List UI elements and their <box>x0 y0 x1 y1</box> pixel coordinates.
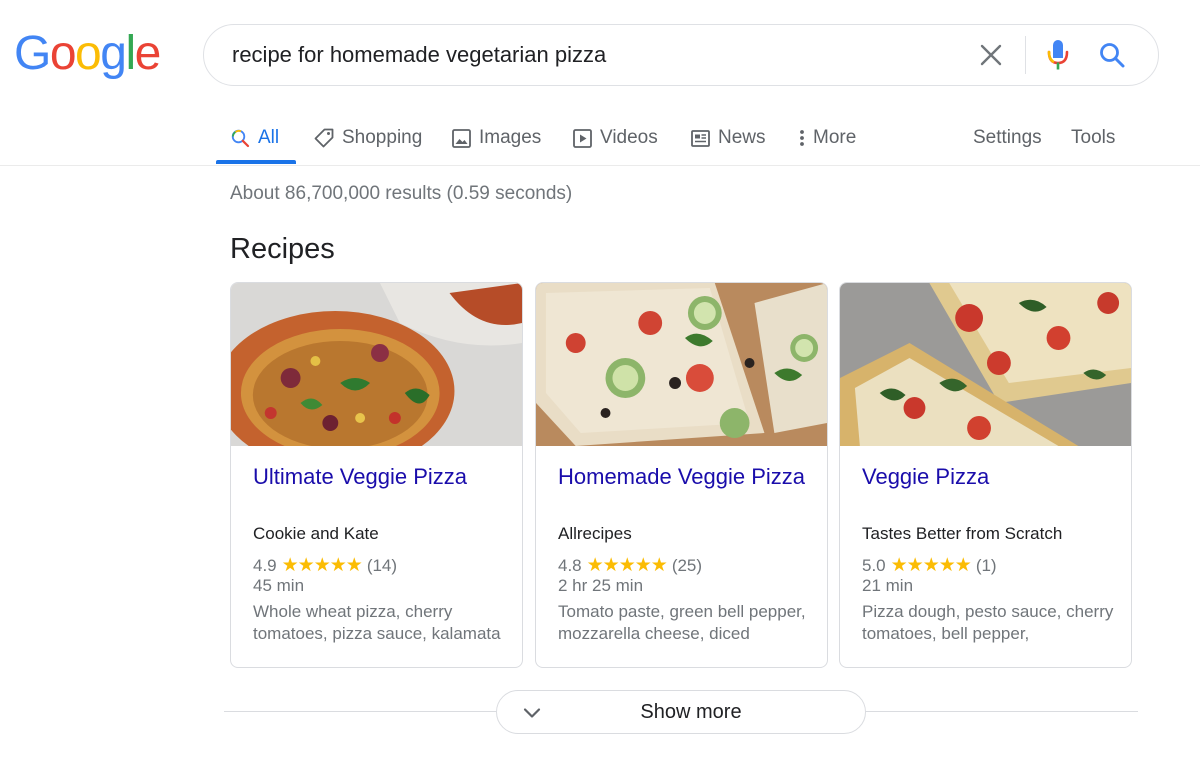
tab-images[interactable]: Images <box>452 112 541 164</box>
recipe-image[interactable] <box>840 283 1131 446</box>
recipe-card[interactable]: Ultimate Veggie Pizza Cookie and Kate 4.… <box>230 282 523 668</box>
search-button[interactable] <box>1092 35 1132 75</box>
recipe-title[interactable]: Ultimate Veggie Pizza <box>253 463 503 491</box>
search-bar-icons <box>971 25 1158 85</box>
star-rating-icon: ★★★★★ <box>281 555 363 576</box>
recipe-rating: 4.9 ★★★★★ (14) <box>253 554 397 577</box>
recipes-heading: Recipes <box>230 233 335 265</box>
recipe-rating: 5.0 ★★★★★ (1) <box>862 554 997 577</box>
tools-label: Tools <box>1071 127 1116 148</box>
tab-shopping[interactable]: Shopping <box>314 112 422 164</box>
settings-label: Settings <box>973 127 1042 148</box>
star-rating-icon: ★★★★★ <box>890 555 972 576</box>
recipe-title[interactable]: Homemade Veggie Pizza <box>558 463 808 491</box>
tab-all-label: All <box>258 127 280 148</box>
close-icon <box>980 44 1002 66</box>
review-count: (1) <box>975 555 997 575</box>
clear-button[interactable] <box>971 35 1011 75</box>
google-logo[interactable]: Google <box>14 26 161 82</box>
recipe-card[interactable]: Veggie Pizza Tastes Better from Scratch … <box>839 282 1132 668</box>
search-input[interactable]: recipe for homemade vegetarian pizza <box>232 42 971 68</box>
rating-value: 4.9 <box>253 555 277 575</box>
search-tabs: All Shopping Images Videos News More Set… <box>0 112 1200 166</box>
more-vert-icon <box>800 130 804 146</box>
recipe-source: Allrecipes <box>558 524 632 543</box>
tab-more-label: More <box>813 127 857 148</box>
show-more-label: Show more <box>640 700 742 723</box>
recipe-time: 21 min <box>862 576 914 595</box>
settings-link[interactable]: Settings <box>973 112 1042 164</box>
rating-value: 5.0 <box>862 555 886 575</box>
search-icon <box>1100 43 1125 68</box>
recipe-rating: 4.8 ★★★★★ (25) <box>558 554 702 577</box>
recipe-image[interactable] <box>231 283 522 446</box>
search-icon <box>231 129 250 147</box>
recipe-card[interactable]: Homemade Veggie Pizza Allrecipes 4.8 ★★★… <box>535 282 828 668</box>
rating-value: 4.8 <box>558 555 582 575</box>
tab-news-label: News <box>718 127 766 148</box>
show-more-button[interactable]: Show more <box>496 690 866 734</box>
active-tab-indicator <box>216 160 296 164</box>
search-divider <box>1025 36 1026 74</box>
search-results-page: Google recipe for homemade vegetarian pi… <box>0 0 1200 757</box>
recipe-title[interactable]: Veggie Pizza <box>862 463 1112 491</box>
tab-images-label: Images <box>479 127 542 148</box>
recipe-source: Tastes Better from Scratch <box>862 524 1063 543</box>
tab-shopping-label: Shopping <box>342 127 423 148</box>
review-count: (14) <box>366 555 398 575</box>
tab-videos-label: Videos <box>600 127 658 148</box>
recipe-ingredients: Whole wheat pizza, cherry tomatoes, pizz… <box>253 602 501 643</box>
recipe-time: 2 hr 25 min <box>558 576 644 595</box>
tools-link[interactable]: Tools <box>1071 112 1115 164</box>
mic-icon <box>1047 40 1069 70</box>
star-rating-icon: ★★★★★ <box>586 555 668 576</box>
image-icon <box>452 128 471 148</box>
recipe-time: 45 min <box>253 576 305 595</box>
result-stats: About 86,700,000 results (0.59 seconds) <box>230 183 573 204</box>
search-bar[interactable]: recipe for homemade vegetarian pizza <box>203 24 1159 86</box>
recipe-image[interactable] <box>536 283 827 446</box>
tab-all[interactable]: All <box>231 112 279 164</box>
review-count: (25) <box>671 555 703 575</box>
recipe-ingredients: Pizza dough, pesto sauce, cherry tomatoe… <box>862 602 1114 643</box>
tab-more[interactable]: More <box>799 112 856 164</box>
news-icon <box>691 129 710 147</box>
tab-news[interactable]: News <box>691 112 766 164</box>
tag-icon <box>314 128 334 148</box>
tab-videos[interactable]: Videos <box>573 112 658 164</box>
play-icon <box>573 128 592 148</box>
voice-search-button[interactable] <box>1038 35 1078 75</box>
recipe-source: Cookie and Kate <box>253 524 379 543</box>
recipe-ingredients: Tomato paste, green bell pepper, mozzare… <box>558 602 806 643</box>
